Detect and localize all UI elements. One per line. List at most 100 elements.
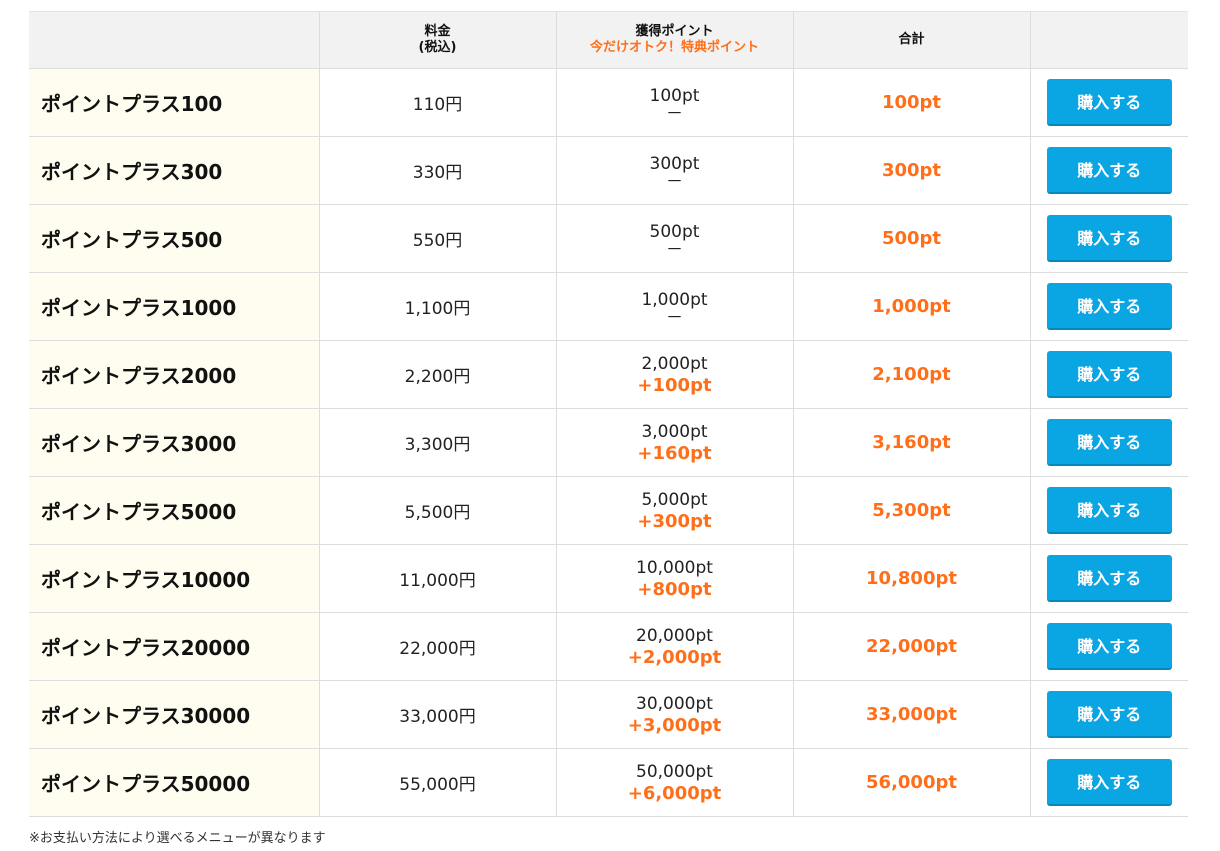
plan-gain: 2,000pt +100pt <box>556 340 794 409</box>
plan-gain: 20,000pt +2,000pt <box>556 612 794 681</box>
plan-total-points: 1,000pt <box>793 272 1031 341</box>
plan-name: ポイントプラス30000 <box>29 680 320 749</box>
plan-gain: 50,000pt +6,000pt <box>556 748 794 817</box>
plan-base-points: 2,000pt <box>641 353 708 374</box>
plan-total-points: 56,000pt <box>793 748 1031 817</box>
header-gain-label: 獲得ポイント <box>635 24 714 39</box>
plan-base-points: 5,000pt <box>641 489 708 510</box>
plan-fee: 110円 <box>319 68 557 137</box>
plan-buy-cell: 購入する <box>1030 748 1188 817</box>
plan-total-points: 500pt <box>793 204 1031 273</box>
plan-base-points: 30,000pt <box>636 693 713 714</box>
plan-total-points: 5,300pt <box>793 476 1031 545</box>
plan-name: ポイントプラス5000 <box>29 476 320 545</box>
plan-buy-cell: 購入する <box>1030 204 1188 273</box>
plan-buy-cell: 購入する <box>1030 272 1188 341</box>
price-table-wrapper: 料金 (税込) 獲得ポイント 今だけオトク！特典ポイント 合計 ポイントプラス1… <box>29 11 1188 817</box>
plan-base-points: 20,000pt <box>636 625 713 646</box>
plan-fee: 550円 <box>319 204 557 273</box>
plan-buy-cell: 購入する <box>1030 340 1188 409</box>
plan-fee: 22,000円 <box>319 612 557 681</box>
plan-buy-cell: 購入する <box>1030 544 1188 613</box>
plan-bonus-points: +300pt <box>637 510 712 532</box>
plan-fee: 11,000円 <box>319 544 557 613</box>
table-row: ポイントプラス30000 33,000円 30,000pt +3,000pt 3… <box>29 680 1188 749</box>
plan-no-bonus-dash: － <box>666 307 683 328</box>
buy-button[interactable]: 購入する <box>1046 759 1172 806</box>
plan-fee: 55,000円 <box>319 748 557 817</box>
header-row: 料金 (税込) 獲得ポイント 今だけオトク！特典ポイント 合計 <box>29 11 1188 69</box>
plan-name: ポイントプラス500 <box>29 204 320 273</box>
plan-bonus-points: +100pt <box>637 374 712 396</box>
table-row: ポイントプラス1000 1,100円 1,000pt － 1,000pt 購入す… <box>29 272 1188 341</box>
plan-no-bonus-dash: － <box>666 171 683 192</box>
plan-gain: 3,000pt +160pt <box>556 408 794 477</box>
header-gain-campaign-label: 今だけオトク！特典ポイント <box>589 40 759 55</box>
table-row: ポイントプラス500 550円 500pt － 500pt 購入する <box>29 204 1188 273</box>
plan-buy-cell: 購入する <box>1030 136 1188 205</box>
buy-button[interactable]: 購入する <box>1046 147 1172 194</box>
plan-fee: 330円 <box>319 136 557 205</box>
plan-gain: 300pt － <box>556 136 794 205</box>
table-row: ポイントプラス50000 55,000円 50,000pt +6,000pt 5… <box>29 748 1188 817</box>
buy-button[interactable]: 購入する <box>1046 351 1172 398</box>
table-row: ポイントプラス2000 2,200円 2,000pt +100pt 2,100p… <box>29 340 1188 409</box>
plan-gain: 1,000pt － <box>556 272 794 341</box>
buy-button[interactable]: 購入する <box>1046 79 1172 126</box>
header-fee-label: 料金 <box>424 24 451 39</box>
plan-bonus-points: +800pt <box>637 578 712 600</box>
plan-buy-cell: 購入する <box>1030 408 1188 477</box>
plan-gain: 30,000pt +3,000pt <box>556 680 794 749</box>
table-row: ポイントプラス3000 3,300円 3,000pt +160pt 3,160p… <box>29 408 1188 477</box>
buy-button[interactable]: 購入する <box>1046 215 1172 262</box>
plan-name: ポイントプラス3000 <box>29 408 320 477</box>
plan-no-bonus-dash: － <box>666 239 683 260</box>
header-gain: 獲得ポイント 今だけオトク！特典ポイント <box>556 11 794 69</box>
plan-gain: 500pt － <box>556 204 794 273</box>
plan-fee: 5,500円 <box>319 476 557 545</box>
plan-bonus-points: +160pt <box>637 442 712 464</box>
table-row: ポイントプラス300 330円 300pt － 300pt 購入する <box>29 136 1188 205</box>
plan-total-points: 3,160pt <box>793 408 1031 477</box>
buy-button[interactable]: 購入する <box>1046 691 1172 738</box>
plan-total-points: 22,000pt <box>793 612 1031 681</box>
table-row: ポイントプラス20000 22,000円 20,000pt +2,000pt 2… <box>29 612 1188 681</box>
table-row: ポイントプラス5000 5,500円 5,000pt +300pt 5,300p… <box>29 476 1188 545</box>
plan-buy-cell: 購入する <box>1030 612 1188 681</box>
plan-base-points: 10,000pt <box>636 557 713 578</box>
plan-gain: 5,000pt +300pt <box>556 476 794 545</box>
plan-buy-cell: 購入する <box>1030 476 1188 545</box>
plan-fee: 33,000円 <box>319 680 557 749</box>
table-header: 料金 (税込) 獲得ポイント 今だけオトク！特典ポイント 合計 <box>29 11 1188 69</box>
plan-name: ポイントプラス100 <box>29 68 320 137</box>
payment-method-note: ※お支払い方法により選べるメニューが異なります <box>29 831 326 846</box>
plan-gain: 10,000pt +800pt <box>556 544 794 613</box>
plan-buy-cell: 購入する <box>1030 68 1188 137</box>
plan-name: ポイントプラス20000 <box>29 612 320 681</box>
buy-button[interactable]: 購入する <box>1046 487 1172 534</box>
header-fee-tax-label: (税込) <box>418 40 457 55</box>
plan-total-points: 300pt <box>793 136 1031 205</box>
buy-button[interactable]: 購入する <box>1046 283 1172 330</box>
plan-name: ポイントプラス1000 <box>29 272 320 341</box>
header-fee: 料金 (税込) <box>319 11 557 69</box>
plan-base-points: 3,000pt <box>641 421 708 442</box>
plan-total-points: 33,000pt <box>793 680 1031 749</box>
header-plan <box>29 11 320 69</box>
buy-button[interactable]: 購入する <box>1046 419 1172 466</box>
header-action <box>1030 11 1188 69</box>
plan-total-points: 2,100pt <box>793 340 1031 409</box>
table-body: ポイントプラス100 110円 100pt － 100pt 購入する ポイントプ… <box>29 68 1188 817</box>
plan-base-points: 50,000pt <box>636 761 713 782</box>
plan-total-points: 10,800pt <box>793 544 1031 613</box>
plan-name: ポイントプラス50000 <box>29 748 320 817</box>
buy-button[interactable]: 購入する <box>1046 623 1172 670</box>
plan-name: ポイントプラス300 <box>29 136 320 205</box>
table-row: ポイントプラス100 110円 100pt － 100pt 購入する <box>29 68 1188 137</box>
plan-bonus-points: +6,000pt <box>627 782 722 804</box>
plan-fee: 1,100円 <box>319 272 557 341</box>
plan-buy-cell: 購入する <box>1030 680 1188 749</box>
plan-fee: 2,200円 <box>319 340 557 409</box>
plan-bonus-points: +2,000pt <box>627 646 722 668</box>
buy-button[interactable]: 購入する <box>1046 555 1172 602</box>
